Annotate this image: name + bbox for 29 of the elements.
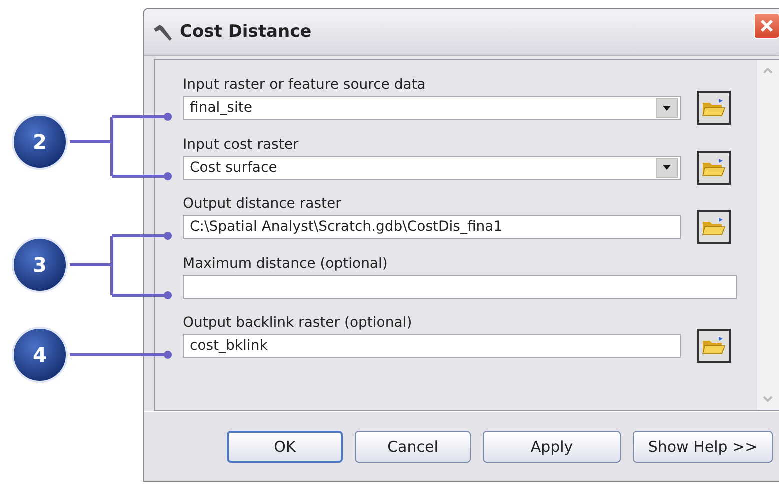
folder-icon <box>702 336 726 356</box>
browse-button[interactable] <box>697 91 731 125</box>
callout-badge: 4 <box>12 327 68 383</box>
dialog-button[interactable]: OK <box>227 430 343 462</box>
browse-button[interactable] <box>697 329 731 363</box>
callout-badge: 3 <box>12 237 68 293</box>
field-label: Maximum distance (optional) <box>183 254 389 274</box>
dropdown-field[interactable]: Cost surface <box>183 156 681 180</box>
close-button[interactable] <box>754 13 779 39</box>
folder-icon <box>702 98 726 118</box>
field-label: Output distance raster <box>183 195 342 214</box>
dialog-button[interactable]: Cancel <box>355 430 471 462</box>
browse-button[interactable] <box>697 150 731 184</box>
window-title: Cost Distance <box>180 22 313 42</box>
field-label: Output backlink raster (optional) <box>183 314 414 333</box>
input-field[interactable] <box>183 274 737 298</box>
input-field[interactable]: C:\Spatial Analyst\Scratch.gdb\CostDis_fina1 <box>183 215 681 239</box>
close-icon <box>759 18 775 34</box>
dialog-button[interactable]: Apply <box>483 430 621 462</box>
folder-icon <box>702 158 726 178</box>
folder-icon <box>702 217 726 237</box>
browse-button[interactable] <box>697 210 731 244</box>
hammer-icon <box>152 23 174 41</box>
field-label: Input cost raster <box>183 136 300 154</box>
callout-badge: 2 <box>12 114 68 170</box>
dropdown-field[interactable]: final_site <box>183 96 681 120</box>
field-label: Input raster or feature source data <box>183 76 427 95</box>
dialog-button[interactable]: Show Help >> <box>633 430 773 462</box>
input-field[interactable]: cost_bklink <box>183 334 681 358</box>
